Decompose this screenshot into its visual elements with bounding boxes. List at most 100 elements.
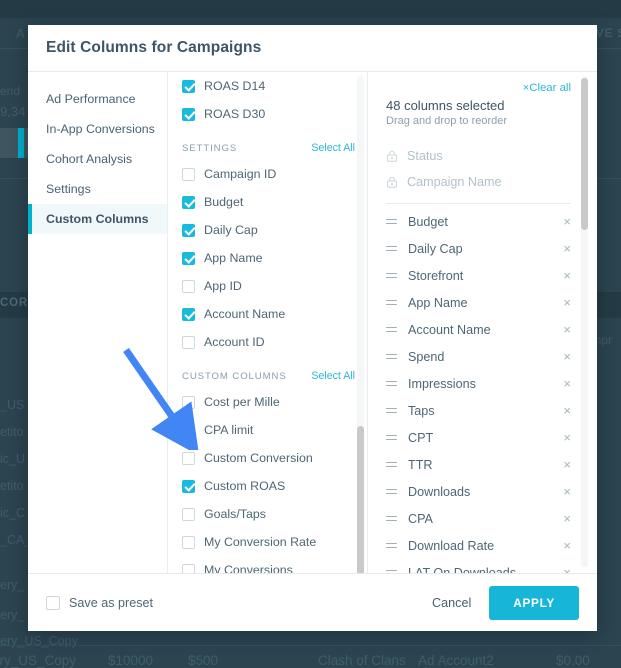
- drag-handle-icon[interactable]: [386, 378, 397, 388]
- select-all-link-settings[interactable]: Select All: [311, 142, 355, 154]
- option-custom-roas[interactable]: Custom ROAS: [182, 472, 355, 500]
- bg-band-3: [0, 645, 621, 646]
- remove-icon[interactable]: ×: [555, 241, 571, 256]
- checkbox-icon[interactable]: [182, 223, 195, 237]
- checkbox-icon[interactable]: [182, 167, 195, 181]
- drag-handle-icon[interactable]: [386, 567, 397, 573]
- sidebar-item-cohort-analysis[interactable]: Cohort Analysis: [28, 144, 167, 174]
- checkbox-icon[interactable]: [182, 195, 195, 209]
- selected-item-spend[interactable]: Spend ×: [386, 343, 571, 370]
- modal-sidebar: Ad Performance In-App Conversions Cohort…: [28, 72, 168, 573]
- checkbox-icon[interactable]: [182, 279, 195, 293]
- cancel-button[interactable]: Cancel: [432, 596, 471, 610]
- bg-bottom-cell-4: Clash of Clans: [318, 653, 406, 668]
- selected-scrollbar-thumb[interactable]: [581, 78, 588, 230]
- selected-item-label: CPA: [408, 511, 433, 526]
- checkbox-icon[interactable]: [182, 451, 195, 465]
- selected-item-app-name[interactable]: App Name ×: [386, 289, 571, 316]
- sidebar-item-settings[interactable]: Settings: [28, 174, 167, 204]
- option-my-conversions[interactable]: My Conversions: [182, 556, 355, 573]
- drag-handle-icon[interactable]: [386, 540, 397, 550]
- remove-icon[interactable]: ×: [555, 376, 571, 391]
- remove-icon[interactable]: ×: [555, 268, 571, 283]
- remove-icon[interactable]: ×: [555, 511, 571, 526]
- option-account-id[interactable]: Account ID: [182, 328, 355, 356]
- remove-icon[interactable]: ×: [555, 403, 571, 418]
- selected-item-downloads[interactable]: Downloads ×: [386, 478, 571, 505]
- checkbox-icon[interactable]: [182, 335, 195, 349]
- selected-item-daily-cap[interactable]: Daily Cap ×: [386, 235, 571, 262]
- footer-actions: Cancel APPLY: [432, 585, 579, 620]
- remove-icon[interactable]: ×: [555, 214, 571, 229]
- drag-handle-icon[interactable]: [386, 432, 397, 442]
- selected-item-account-name[interactable]: Account Name ×: [386, 316, 571, 343]
- remove-icon[interactable]: ×: [555, 430, 571, 445]
- checkbox-icon[interactable]: [46, 595, 60, 610]
- drag-handle-icon[interactable]: [386, 270, 397, 280]
- bg-text-3: COR: [0, 297, 28, 309]
- option-app-id[interactable]: App ID: [182, 272, 355, 300]
- selected-item-cpa[interactable]: CPA ×: [386, 505, 571, 532]
- checkbox-icon[interactable]: [182, 107, 195, 121]
- option-label: Custom ROAS: [204, 479, 286, 493]
- select-all-link-custom[interactable]: Select All: [311, 370, 355, 382]
- sidebar-item-custom-columns[interactable]: Custom Columns: [28, 204, 167, 234]
- save-as-preset-checkbox[interactable]: Save as preset: [46, 595, 153, 610]
- checkbox-icon[interactable]: [182, 251, 195, 265]
- selected-item-lat-on-downloads[interactable]: LAT On Downloads ×: [386, 559, 571, 573]
- checkbox-icon[interactable]: [182, 307, 195, 321]
- checkbox-icon[interactable]: [182, 507, 195, 521]
- drag-handle-icon[interactable]: [386, 513, 397, 523]
- drag-handle-icon[interactable]: [386, 351, 397, 361]
- checkbox-icon[interactable]: [182, 395, 195, 409]
- option-my-conversion-rate[interactable]: My Conversion Rate: [182, 528, 355, 556]
- option-account-name[interactable]: Account Name: [182, 300, 355, 328]
- remove-icon[interactable]: ×: [555, 538, 571, 553]
- selected-item-cpt[interactable]: CPT ×: [386, 424, 571, 451]
- selected-item-taps[interactable]: Taps ×: [386, 397, 571, 424]
- option-roas-d30[interactable]: ROAS D30: [182, 100, 355, 128]
- selected-item-download-rate[interactable]: Download Rate ×: [386, 532, 571, 559]
- drag-handle-icon[interactable]: [386, 486, 397, 496]
- selected-item-storefront[interactable]: Storefront ×: [386, 262, 571, 289]
- drag-handle-icon[interactable]: [386, 405, 397, 415]
- selected-item-impressions[interactable]: Impressions ×: [386, 370, 571, 397]
- clear-all-link[interactable]: ×Clear all: [386, 82, 571, 94]
- options-scrollbar[interactable]: [357, 76, 364, 573]
- remove-icon[interactable]: ×: [555, 457, 571, 472]
- checkbox-icon[interactable]: [182, 535, 195, 549]
- remove-icon[interactable]: ×: [555, 295, 571, 310]
- option-app-name[interactable]: App Name: [182, 244, 355, 272]
- remove-icon[interactable]: ×: [555, 484, 571, 499]
- option-label: Account Name: [204, 307, 286, 321]
- remove-icon[interactable]: ×: [555, 349, 571, 364]
- option-custom-conversion[interactable]: Custom Conversion: [182, 444, 355, 472]
- option-budget[interactable]: Budget: [182, 188, 355, 216]
- option-roas-d14[interactable]: ROAS D14: [182, 78, 355, 100]
- sidebar-item-in-app-conversions[interactable]: In-App Conversions: [28, 114, 167, 144]
- drag-handle-icon[interactable]: [386, 324, 397, 334]
- selected-item-ttr[interactable]: TTR ×: [386, 451, 571, 478]
- option-cost-per-mille[interactable]: Cost per Mille: [182, 388, 355, 416]
- checkbox-icon[interactable]: [182, 479, 195, 493]
- option-cpa-limit[interactable]: CPA limit: [182, 416, 355, 444]
- option-daily-cap[interactable]: Daily Cap: [182, 216, 355, 244]
- checkbox-icon[interactable]: [182, 423, 195, 437]
- selected-scrollbar[interactable]: [581, 76, 588, 567]
- checkbox-icon[interactable]: [182, 563, 195, 573]
- drag-handle-icon[interactable]: [386, 216, 397, 226]
- drag-handle-icon[interactable]: [386, 297, 397, 307]
- apply-button[interactable]: APPLY: [489, 585, 579, 620]
- options-scrollbar-thumb[interactable]: [357, 426, 364, 573]
- remove-icon[interactable]: ×: [555, 565, 571, 573]
- checkbox-icon[interactable]: [182, 79, 195, 93]
- option-goals-taps[interactable]: Goals/Taps: [182, 500, 355, 528]
- remove-icon[interactable]: ×: [555, 322, 571, 337]
- option-campaign-id[interactable]: Campaign ID: [182, 160, 355, 188]
- drag-handle-icon[interactable]: [386, 243, 397, 253]
- selected-item-budget[interactable]: Budget ×: [386, 208, 571, 235]
- sidebar-item-ad-performance[interactable]: Ad Performance: [28, 84, 167, 114]
- option-label: Daily Cap: [204, 223, 258, 237]
- drag-handle-icon[interactable]: [386, 459, 397, 469]
- bg-text-10: ery_: [0, 578, 25, 592]
